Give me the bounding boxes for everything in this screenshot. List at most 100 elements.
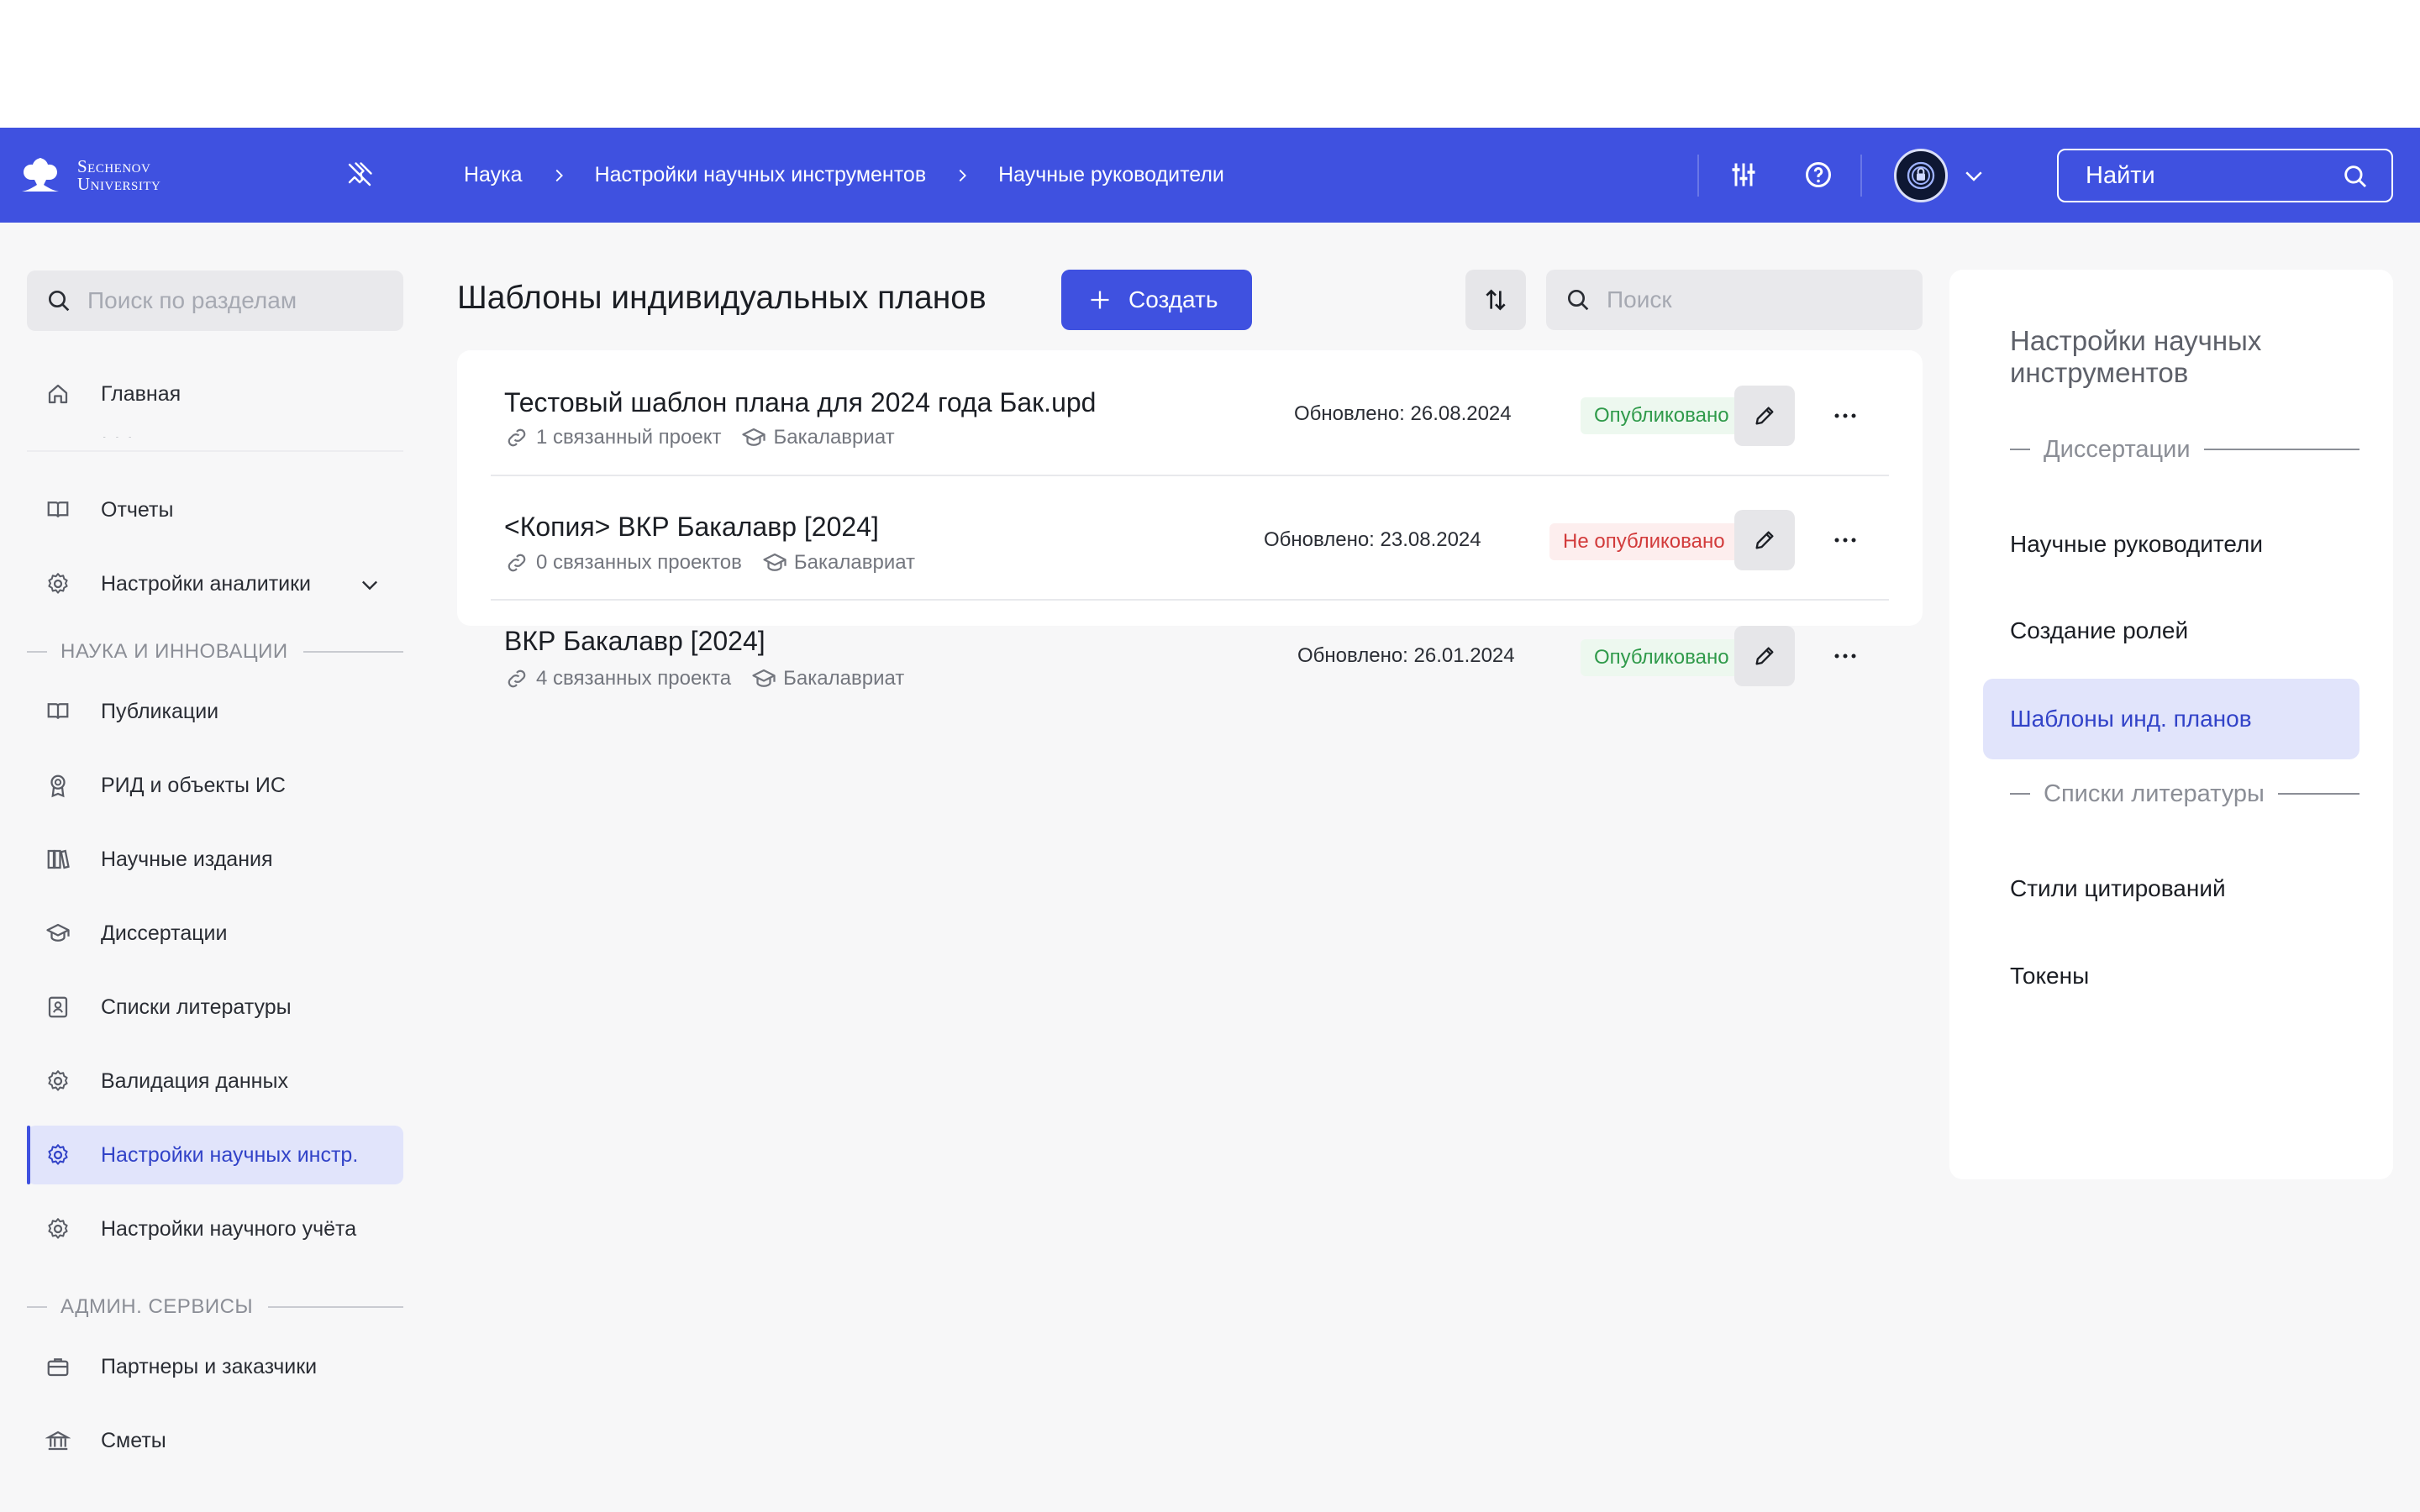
global-search-input[interactable]: Найти: [2057, 149, 2393, 202]
plus-icon: [1091, 291, 1109, 309]
sidebar-item-label: Главная: [101, 381, 182, 406]
list-item[interactable]: Тестовый шаблон плана для 2024 года Бак.…: [491, 350, 1889, 475]
template-title[interactable]: <Копия> ВКР Бакалавр [2024]: [504, 512, 879, 543]
help-icon[interactable]: [1803, 160, 1833, 190]
sidebar-item-estimates[interactable]: Сметы: [27, 1411, 403, 1470]
library-icon: [47, 849, 70, 869]
sidebar-item-analytics-settings[interactable]: Настройки аналитики: [27, 554, 403, 613]
more-horizontal-icon[interactable]: [1828, 639, 1862, 673]
linked-projects-count: 4 связанных проекта: [536, 667, 732, 690]
breadcrumb: Наука Настройки научных инструментов Нау…: [464, 128, 1224, 223]
template-meta: 4 связанных проекта Бакалавриат: [504, 666, 904, 691]
sidebar-section-admin: АДМИН. СЕРВИСЫ: [27, 1290, 403, 1324]
book-icon: [47, 703, 69, 719]
sidebar-item-label: Настройки научного учёта: [101, 1216, 357, 1241]
graduation-cap-icon: [742, 428, 766, 446]
sidebar-item-reports[interactable]: Отчеты: [27, 480, 403, 539]
panel-item-citation-styles[interactable]: Стили цитирований: [1983, 848, 2360, 929]
search-icon[interactable]: [2341, 162, 2370, 191]
sidebar-item-label: Валидация данных: [101, 1068, 288, 1093]
panel-item-label: Токены: [2010, 963, 2090, 989]
breadcrumb-item-tools-settings[interactable]: Настройки научных инструментов: [595, 163, 927, 187]
chevron-down-icon[interactable]: [358, 573, 381, 596]
template-meta: 1 связанный проект Бакалавриат: [504, 425, 895, 450]
list-item[interactable]: ВКР Бакалавр [2024] 4 связанных проекта …: [491, 599, 1889, 690]
education-level: Бакалавриат: [783, 667, 905, 690]
template-title[interactable]: Тестовый шаблон плана для 2024 года Бак.…: [504, 387, 1096, 418]
sidebar-item-science-tools-settings[interactable]: Настройки научных инстр.: [27, 1126, 403, 1184]
sidebar-item-data-validation[interactable]: Валидация данных: [27, 1052, 403, 1110]
sidebar-item-label: Списки литературы: [101, 995, 292, 1019]
sidebar-item-science-accounting-settings[interactable]: Настройки научного учёта: [27, 1200, 403, 1258]
gear-icon: [48, 1218, 68, 1239]
create-button[interactable]: Создать: [1061, 270, 1252, 330]
chevron-right-icon: [555, 169, 563, 181]
contact-book-icon: [48, 996, 68, 1018]
sidebar-item-dissertations[interactable]: Диссертации: [27, 904, 403, 963]
sidebar-item-label: Научные издания: [101, 847, 273, 871]
logo-line2: University: [77, 174, 161, 194]
university-logo[interactable]: Sechenov University: [17, 153, 160, 198]
link-icon: [508, 554, 526, 572]
book-icon: [47, 501, 69, 517]
sidebar-item-journals[interactable]: Научные издания: [27, 830, 403, 889]
panel-item-supervisors[interactable]: Научные руководители: [1983, 504, 2360, 585]
home-icon: [48, 384, 68, 404]
linked-projects-count: 1 связанный проект: [536, 426, 722, 449]
tree-logo-icon: [22, 158, 59, 192]
award-icon: [50, 774, 66, 798]
breadcrumb-item-supervisors: Научные руководители: [998, 163, 1224, 186]
create-button-label: Создать: [1128, 286, 1218, 312]
global-search-placeholder: Найти: [2086, 161, 2155, 189]
status-badge: Опубликовано: [1581, 639, 1743, 676]
chevron-right-icon: [959, 169, 967, 181]
template-meta: 0 связанных проектов Бакалавриат: [504, 550, 915, 575]
pencil-icon: [1755, 407, 1774, 425]
link-icon: [508, 669, 526, 688]
panel-item-tokens[interactable]: Токены: [1983, 936, 2360, 1016]
template-title[interactable]: ВКР Бакалавр [2024]: [504, 626, 765, 657]
education-level: Бакалавриат: [773, 426, 895, 449]
status-badge: Опубликовано: [1581, 397, 1743, 434]
more-horizontal-icon[interactable]: [1828, 399, 1862, 433]
app-window: Sechenov University Наука Настройки науч…: [0, 128, 2420, 1512]
top-bar: Sechenov University Наука Настройки науч…: [0, 128, 2420, 223]
panel-item-create-roles[interactable]: Создание ролей: [1983, 591, 2360, 671]
sidebar-section-label: НАУКА И ИННОВАЦИИ: [60, 640, 288, 663]
panel-item-plan-templates[interactable]: Шаблоны инд. планов: [1983, 679, 2360, 759]
filters-sliders-icon[interactable]: [1728, 160, 1759, 190]
breadcrumb-item-science[interactable]: Наука: [464, 163, 523, 187]
edit-button[interactable]: [1734, 626, 1795, 686]
avatar[interactable]: [1894, 149, 1948, 202]
logo-line1: Sechenov: [77, 156, 151, 176]
list-item[interactable]: <Копия> ВКР Бакалавр [2024] 0 связанных …: [491, 475, 1889, 599]
chevron-down-icon[interactable]: [1961, 163, 1986, 188]
sidebar-item-label: Отчеты: [101, 497, 174, 522]
edit-button[interactable]: [1734, 510, 1795, 570]
sidebar-search-placeholder: Поиск по разделам: [87, 287, 297, 313]
sidebar-item-label: Настройки научных инстр.: [101, 1142, 359, 1167]
education-level: Бакалавриат: [793, 551, 916, 574]
gear-icon: [48, 1070, 68, 1091]
sidebar-item-partners[interactable]: Партнеры и заказчики: [27, 1337, 403, 1396]
sidebar-item-publications[interactable]: Публикации: [27, 682, 403, 741]
sidebar-item-label: Публикации: [101, 699, 219, 723]
sort-button[interactable]: [1465, 270, 1526, 330]
graduation-cap-icon: [752, 669, 776, 687]
graduation-cap-icon: [763, 553, 786, 571]
panel-item-label: Создание ролей: [2010, 617, 2189, 643]
sidebar-item-home[interactable]: Главная: [27, 365, 403, 423]
link-icon: [508, 428, 526, 447]
search-icon: [1568, 290, 1589, 311]
list-search-placeholder: Поиск: [1607, 286, 1672, 312]
list-search-input[interactable]: Поиск: [1546, 270, 1923, 330]
sidebar-search-input[interactable]: Поиск по разделам: [27, 270, 403, 331]
sidebar-item-rid[interactable]: РИД и объекты ИС: [27, 756, 403, 815]
sidebar-scroll-fade: · · ·: [27, 437, 403, 452]
sidebar-item-bibliography[interactable]: Списки литературы: [27, 978, 403, 1037]
sort-arrows-icon: [1486, 289, 1506, 311]
unpin-icon[interactable]: [345, 160, 375, 190]
header-divider: [1697, 155, 1699, 197]
more-horizontal-icon[interactable]: [1828, 523, 1862, 557]
edit-button[interactable]: [1734, 386, 1795, 446]
